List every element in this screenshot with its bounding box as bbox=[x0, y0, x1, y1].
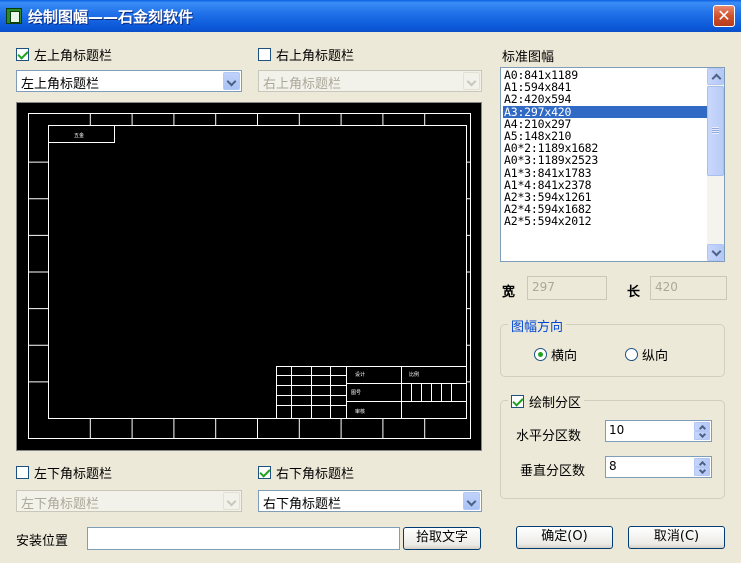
chevron-down-icon[interactable] bbox=[223, 492, 240, 510]
length-field[interactable]: 420 bbox=[650, 276, 727, 300]
block-label-designer: 设计 bbox=[355, 371, 365, 378]
bottom-left-title-checkbox[interactable]: 左下角标题栏 bbox=[16, 464, 113, 482]
spin-down-icon[interactable] bbox=[694, 467, 710, 476]
install-location-label: 安装位置 bbox=[16, 534, 69, 549]
landscape-radio[interactable]: 横向 bbox=[534, 346, 578, 364]
list-item[interactable]: A1*3:841x1783 bbox=[503, 166, 707, 179]
block-label-approve: 审核 bbox=[355, 408, 365, 415]
tag-text: 五金 bbox=[74, 132, 84, 139]
list-items: A0:841x1189 A1:594x841 A2:420x594 A3:297x42… bbox=[503, 69, 707, 227]
scroll-thumb[interactable] bbox=[707, 86, 724, 176]
spin-down-icon[interactable] bbox=[694, 431, 710, 440]
block-label-title: 图号 bbox=[351, 390, 361, 396]
drawing-preview: 五金 设计 比例 图号 审核 bbox=[16, 102, 482, 451]
scroll-up-icon[interactable] bbox=[707, 68, 724, 85]
radio-label: 纵向 bbox=[642, 348, 669, 364]
chevron-down-icon[interactable] bbox=[223, 72, 240, 90]
width-label: 宽 bbox=[502, 285, 516, 300]
window-title: 绘制图幅——石金刻软件 bbox=[28, 8, 194, 26]
checkbox-box[interactable] bbox=[258, 47, 271, 61]
close-button[interactable]: ✕ bbox=[713, 5, 735, 27]
top-right-title-checkbox[interactable]: 右上角标题栏 bbox=[258, 46, 355, 64]
checkbox-label: 左下角标题栏 bbox=[34, 466, 113, 482]
app-icon bbox=[6, 8, 22, 24]
bottom-left-title-combo[interactable]: 左下角标题栏 bbox=[16, 490, 242, 512]
checkbox-label: 左上角标题栏 bbox=[34, 48, 113, 64]
checkbox-label: 绘制分区 bbox=[529, 395, 582, 411]
bottom-right-title-combo[interactable]: 右下角标题栏 bbox=[258, 490, 482, 512]
checkbox-box[interactable] bbox=[16, 465, 29, 479]
inner-frame bbox=[48, 125, 467, 419]
list-item[interactable]: A0*3:1189x2523 bbox=[503, 154, 707, 166]
vertical-zones-spinner[interactable]: 8 bbox=[605, 456, 712, 478]
top-left-title-combo[interactable]: 左上角标题栏 bbox=[16, 70, 242, 92]
zones-group bbox=[500, 400, 725, 499]
radio-circle[interactable] bbox=[625, 347, 638, 361]
length-label: 长 bbox=[627, 285, 641, 300]
dialog-window: 绘制图幅——石金刻软件 ✕ 左上角标题栏 左上角标题栏 右上角标题栏 右上角标题… bbox=[0, 0, 741, 563]
combo-value: 右上角标题栏 bbox=[263, 77, 342, 92]
chevron-down-icon[interactable] bbox=[463, 492, 480, 510]
list-item[interactable]: A2:420x594 bbox=[503, 93, 707, 105]
checkbox-label: 右上角标题栏 bbox=[276, 48, 355, 64]
combo-value: 右下角标题栏 bbox=[263, 497, 342, 512]
combo-value: 左上角标题栏 bbox=[21, 77, 100, 92]
outer-border bbox=[28, 113, 471, 439]
list-scrollbar[interactable] bbox=[707, 68, 724, 261]
combo-value: 左下角标题栏 bbox=[21, 497, 100, 512]
spinner-value[interactable]: 8 bbox=[609, 459, 617, 473]
cancel-button[interactable]: 取消(C) bbox=[628, 526, 725, 549]
pick-text-button[interactable]: 拾取文字 bbox=[403, 527, 481, 550]
preview-canvas: 五金 设计 比例 图号 审核 bbox=[28, 113, 471, 439]
ok-button[interactable]: 确定(O) bbox=[516, 526, 613, 549]
draw-zones-checkbox[interactable]: 绘制分区 bbox=[508, 393, 585, 411]
horizontal-zones-spinner[interactable]: 10 bbox=[605, 420, 712, 442]
block-label-scale: 比例 bbox=[409, 371, 419, 378]
checkbox-label: 右下角标题栏 bbox=[276, 466, 355, 482]
checkbox-box[interactable] bbox=[16, 47, 29, 61]
chevron-down-icon[interactable] bbox=[463, 72, 480, 90]
checkbox-box[interactable] bbox=[258, 465, 271, 479]
top-right-title-combo[interactable]: 右上角标题栏 bbox=[258, 70, 482, 92]
install-location-input[interactable] bbox=[87, 527, 400, 550]
checkbox-box[interactable] bbox=[511, 394, 524, 408]
bottom-right-title-checkbox[interactable]: 右下角标题栏 bbox=[258, 464, 355, 482]
scroll-down-icon[interactable] bbox=[707, 244, 724, 261]
orientation-group-title: 图幅方向 bbox=[508, 316, 567, 335]
radio-circle[interactable] bbox=[534, 347, 547, 361]
spinner-value[interactable]: 10 bbox=[609, 423, 624, 437]
standard-sizes-label: 标准图幅 bbox=[502, 50, 555, 65]
portrait-radio[interactable]: 纵向 bbox=[625, 346, 669, 364]
title-block bbox=[276, 366, 467, 419]
list-item[interactable]: A3:297x420 bbox=[503, 105, 707, 118]
radio-label: 横向 bbox=[551, 348, 578, 364]
width-field[interactable]: 297 bbox=[527, 276, 607, 300]
list-item[interactable]: A2*5:594x2012 bbox=[503, 215, 707, 227]
vertical-zones-label: 垂直分区数 bbox=[520, 464, 586, 479]
top-left-title-checkbox[interactable]: 左上角标题栏 bbox=[16, 46, 113, 64]
title-bar[interactable]: 绘制图幅——石金刻软件 ✕ bbox=[0, 0, 741, 32]
standard-sizes-list[interactable]: A0:841x1189 A1:594x841 A2:420x594 A3:297x42… bbox=[500, 67, 725, 262]
horizontal-zones-label: 水平分区数 bbox=[516, 429, 582, 444]
